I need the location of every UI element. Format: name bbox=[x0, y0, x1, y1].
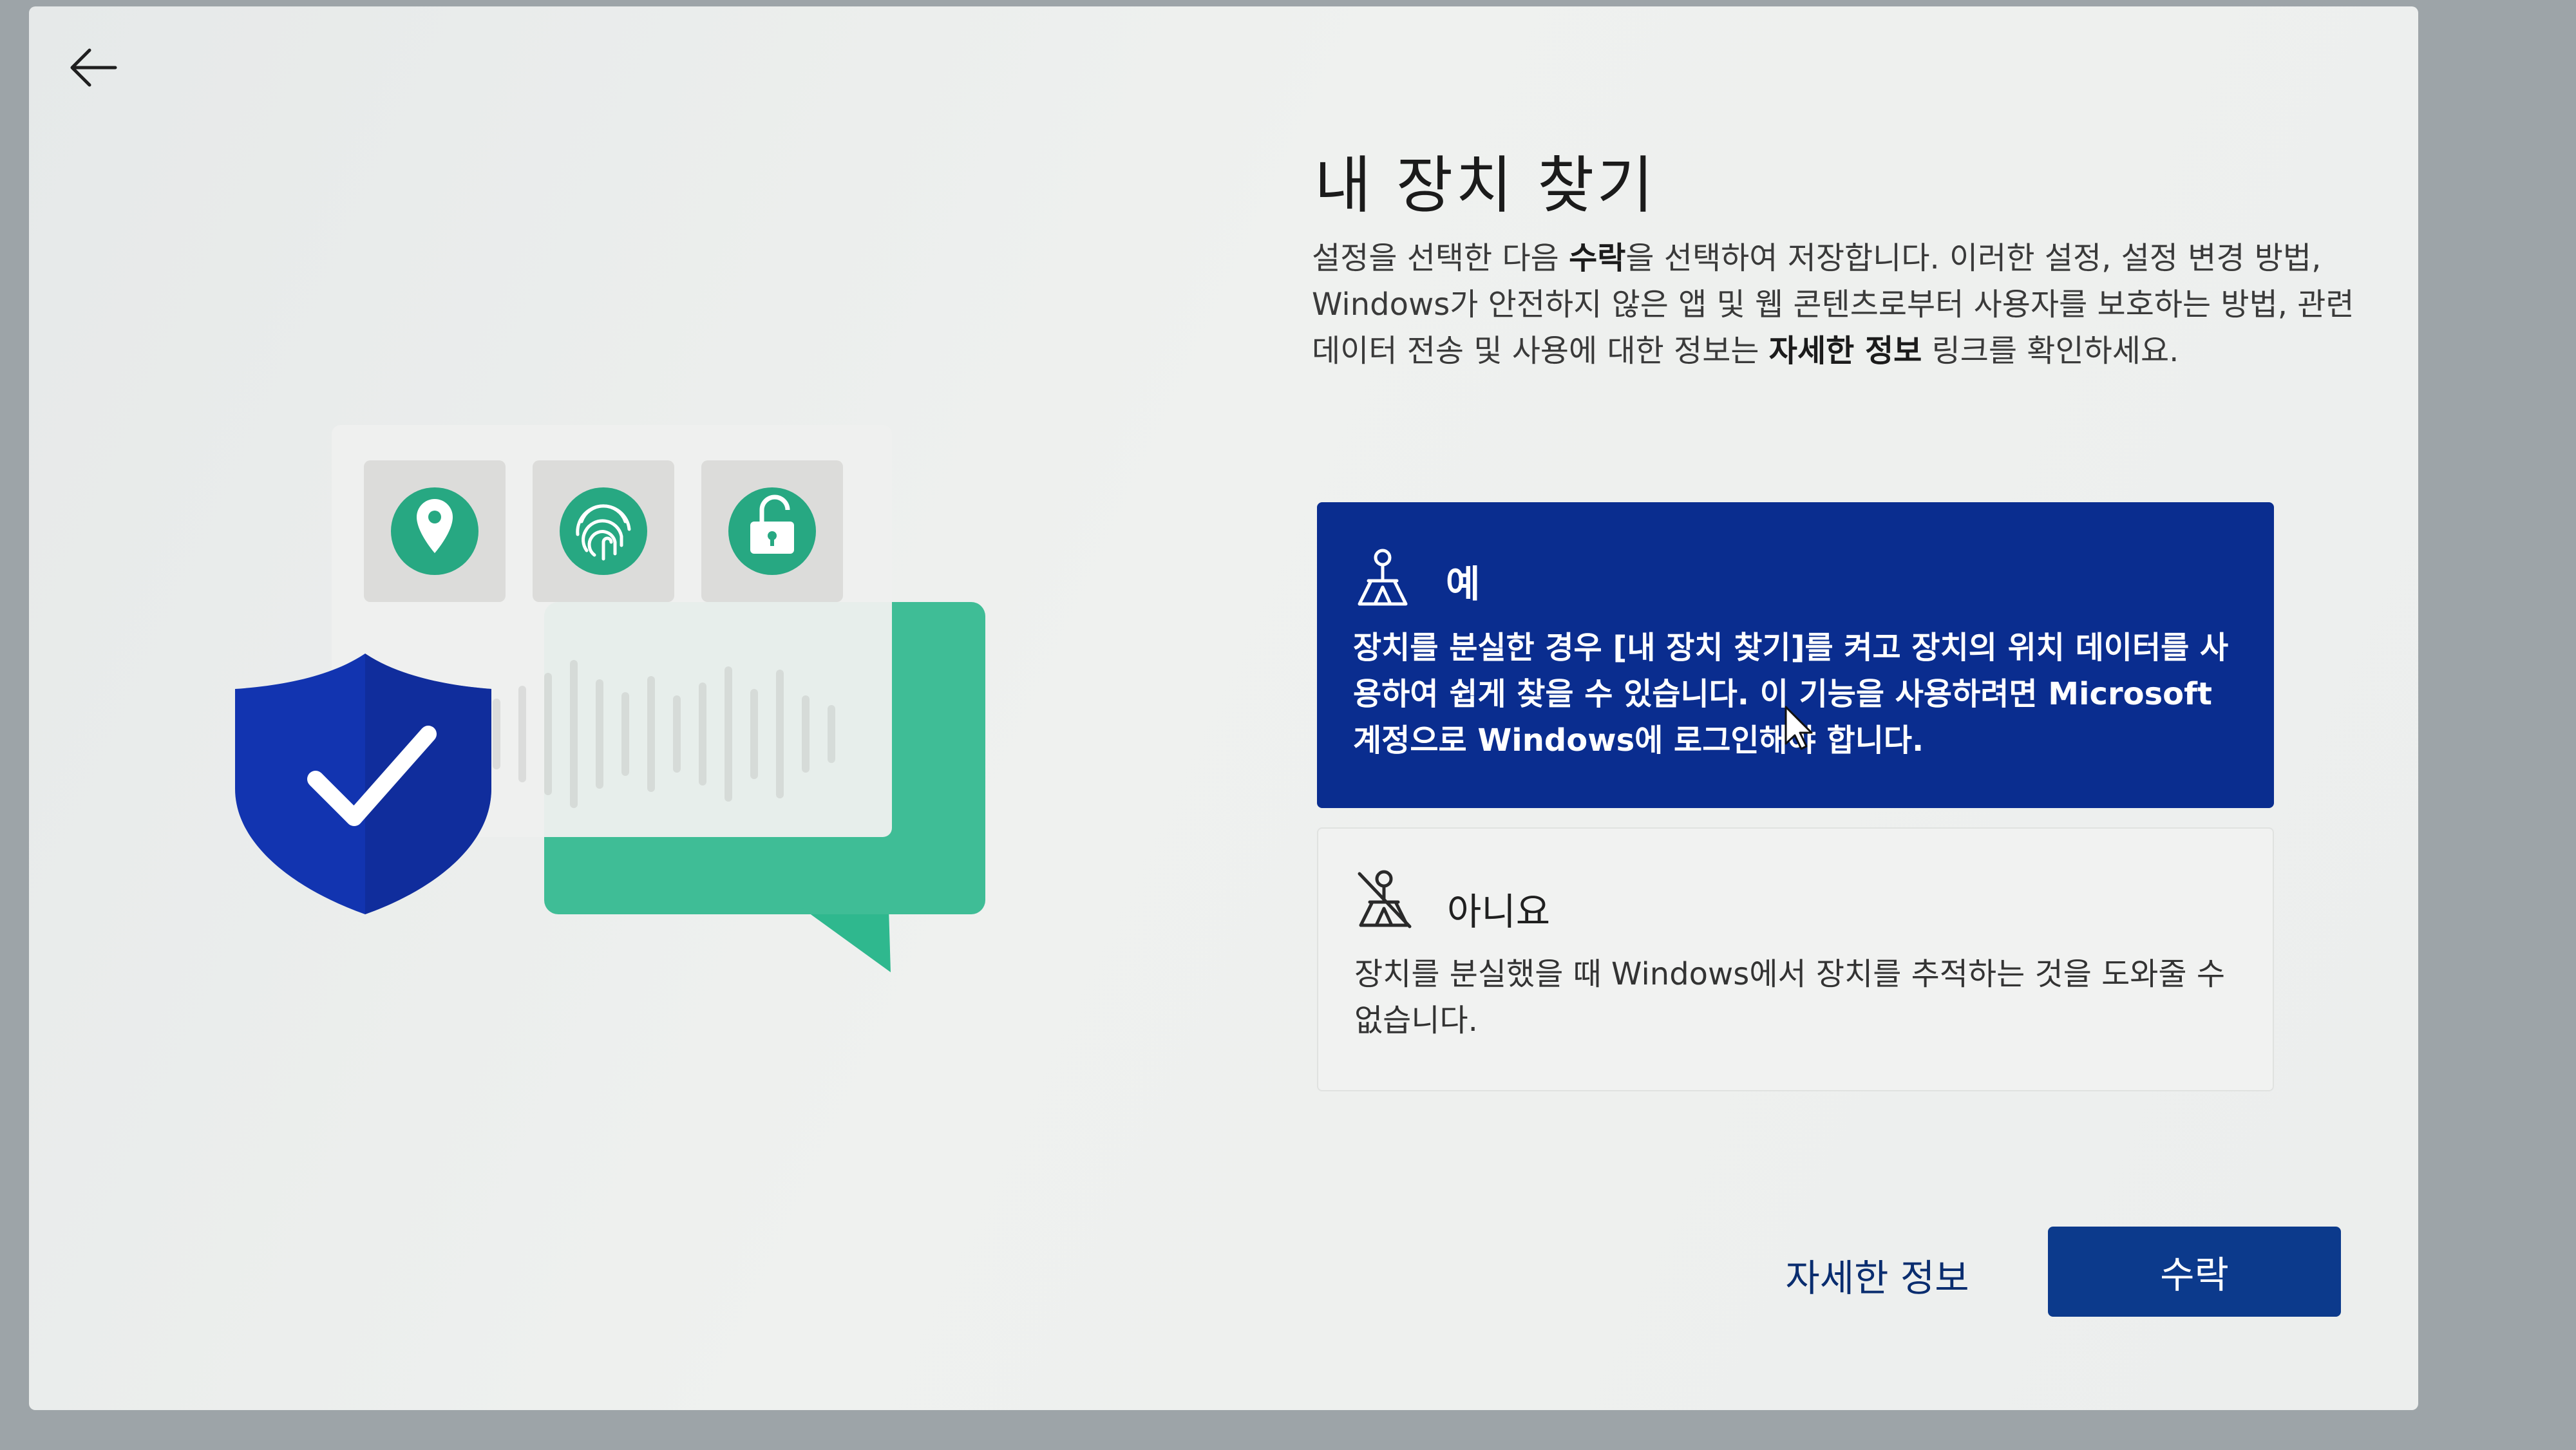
more-info-keyword: 자세한 정보 bbox=[1768, 333, 1922, 369]
accept-button[interactable]: 수락 bbox=[2048, 1227, 2341, 1317]
option-yes-label: 예 bbox=[1446, 562, 1481, 606]
privacy-illustration bbox=[235, 425, 985, 972]
shield-check-icon bbox=[235, 654, 491, 914]
accept-keyword: 수락 bbox=[1569, 240, 1626, 276]
setup-window: 내 장치 찾기 설정을 선택한 다음 수락을 선택하여 저장합니다. 이러한 설… bbox=[29, 6, 2418, 1410]
unlock-icon bbox=[728, 487, 816, 575]
more-info-link[interactable]: 자세한 정보 bbox=[1755, 1227, 2000, 1323]
option-no-label: 아니요 bbox=[1447, 890, 1551, 934]
option-no[interactable]: 아니요 장치를 분실했을 때 Windows에서 장치를 추적하는 것을 도와줄… bbox=[1317, 827, 2274, 1091]
person-location-icon bbox=[1358, 549, 1408, 606]
person-location-off-icon bbox=[1358, 870, 1412, 928]
option-yes[interactable]: 예 장치를 분실한 경우 [내 장치 찾기]를 켜고 장치의 위치 데이터를 사… bbox=[1317, 502, 2274, 808]
page-description: 설정을 선택한 다음 수락을 선택하여 저장합니다. 이러한 설정, 설정 변경… bbox=[1312, 240, 2354, 369]
mouse-cursor-icon bbox=[1785, 706, 1813, 750]
option-no-description: 장치를 분실했을 때 Windows에서 장치를 추적하는 것을 도와줄 수 없… bbox=[1354, 956, 2226, 1039]
location-pin-icon bbox=[391, 487, 478, 575]
fingerprint-icon bbox=[560, 487, 647, 575]
page-title: 내 장치 찾기 bbox=[1314, 149, 1656, 221]
